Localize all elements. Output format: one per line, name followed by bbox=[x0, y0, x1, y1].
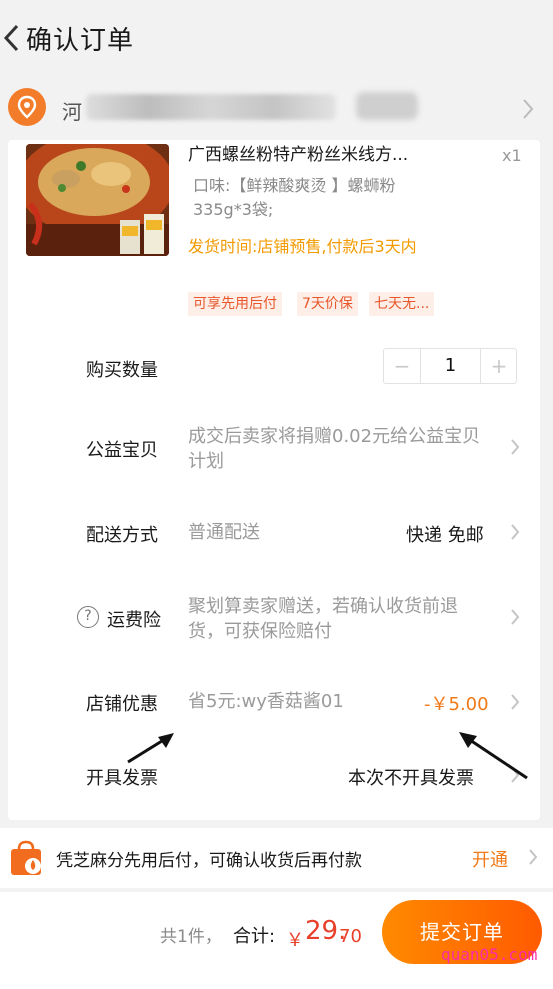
location-pin-icon bbox=[8, 88, 46, 126]
chevron-right-icon bbox=[511, 694, 520, 710]
chevron-right-icon bbox=[529, 849, 538, 865]
chevron-right-icon bbox=[511, 439, 520, 455]
sesame-credit-text: 凭芝麻分先用后付，可确认收货后再付款 bbox=[56, 851, 362, 871]
product-quantity-badge: x1 bbox=[502, 146, 522, 165]
product-image[interactable] bbox=[26, 144, 169, 256]
service-tag: 7天价保 bbox=[297, 292, 358, 316]
delivery-method[interactable]: 快递 免邮 bbox=[406, 521, 484, 547]
total-cents: 70 bbox=[339, 926, 362, 947]
annotation-arrow bbox=[127, 733, 174, 764]
total-label: 合计: bbox=[233, 926, 276, 947]
chevron-right-icon bbox=[511, 609, 520, 625]
decrease-button[interactable]: − bbox=[384, 349, 420, 383]
question-circle-icon[interactable]: ? bbox=[77, 606, 99, 628]
store-discount-label: 店铺优惠 bbox=[86, 694, 158, 715]
annotation-arrow bbox=[459, 732, 528, 780]
increase-button[interactable]: + bbox=[481, 349, 517, 383]
address-text: 河 bbox=[62, 100, 84, 124]
enable-button[interactable]: 开通 bbox=[472, 846, 508, 872]
product-spec: 口味:【鲜辣酸爽烫 】螺蛳粉335g*3袋; bbox=[193, 176, 396, 219]
service-tag: 七天无... bbox=[369, 292, 435, 316]
quantity-label: 购买数量 bbox=[86, 360, 158, 381]
charity-label: 公益宝贝 bbox=[86, 440, 158, 461]
watermark: quan05.com bbox=[441, 945, 538, 964]
product-ship-time: 发货时间:店铺预售,付款后3天内 bbox=[188, 237, 417, 256]
insurance-value[interactable]: 聚划算卖家赠送，若确认收货前退货，可获保险赔付 bbox=[188, 594, 488, 644]
shopping-bag-icon bbox=[11, 840, 41, 875]
address-redaction bbox=[356, 92, 418, 120]
product-title[interactable]: 广西螺丝粉特产粉丝米线方... bbox=[188, 140, 408, 165]
store-discount-value[interactable]: 省5元:wy香菇酱01 bbox=[188, 689, 344, 714]
delivery-value[interactable]: 普通配送 bbox=[188, 520, 260, 545]
delivery-label: 配送方式 bbox=[86, 525, 158, 546]
insurance-label: 运费险 bbox=[107, 610, 161, 631]
item-count: 共1件， bbox=[160, 927, 222, 947]
chevron-right-icon bbox=[511, 524, 520, 540]
chevron-right-icon bbox=[523, 99, 534, 119]
address-redaction bbox=[86, 94, 336, 120]
quantity-stepper: − 1 + bbox=[383, 348, 517, 384]
service-tag: 可享先用后付 bbox=[188, 292, 282, 316]
total-currency: ￥ bbox=[286, 930, 304, 951]
charity-value[interactable]: 成交后卖家将捐赠0.02元给公益宝贝计划 bbox=[188, 424, 488, 474]
back-arrow-icon[interactable] bbox=[2, 22, 22, 54]
quantity-value[interactable]: 1 bbox=[420, 349, 481, 383]
store-discount-amount: -￥5.00 bbox=[424, 694, 489, 715]
page-title: 确认订单 bbox=[26, 26, 135, 56]
